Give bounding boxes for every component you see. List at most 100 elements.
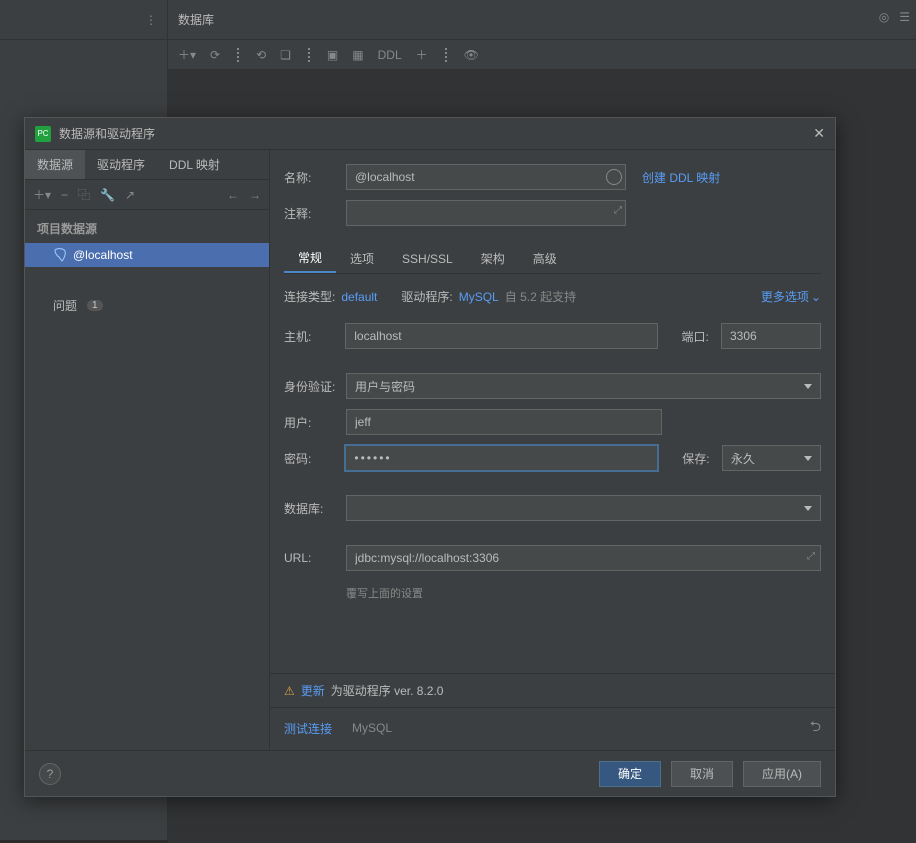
remove-icon[interactable]: −: [61, 188, 68, 202]
add-icon[interactable]: ＋▾: [178, 46, 196, 63]
apply-button[interactable]: 应用(A): [743, 761, 821, 787]
tab-ssh[interactable]: SSH/SSL: [388, 244, 467, 273]
test-driver-name: MySQL: [352, 721, 392, 735]
user-input[interactable]: [346, 409, 662, 435]
app-icon: PC: [35, 126, 51, 142]
label-save: 保存:: [682, 450, 722, 467]
tab-schema[interactable]: 架构: [467, 244, 519, 273]
row-database: 数据库:: [284, 495, 821, 521]
more-icon[interactable]: ⋮: [145, 13, 157, 27]
bg-sub-toolbar: ＋▾ ⟳ ⟲ ❏ ▣ ▦ DDL ＋ 👁: [168, 40, 916, 70]
mysql-icon: [53, 248, 67, 262]
ddl-label[interactable]: DDL: [378, 48, 402, 62]
test-connection-row: 测试连接 MySQL ⮌: [270, 707, 835, 750]
dialog-footer: ? 确定 取消 应用(A): [25, 750, 835, 796]
tab-options[interactable]: 选项: [336, 244, 388, 273]
row-comment: 注释: ⤢: [284, 200, 821, 226]
divider: [308, 48, 310, 62]
dialog-titlebar: PC 数据源和驱动程序 ✕: [25, 118, 835, 150]
driver-version-text: 为驱动程序 ver. 8.2.0: [331, 682, 444, 699]
label-host: 主机:: [284, 328, 345, 345]
driver-since: 自 5.2 起支持: [505, 288, 576, 305]
row-host: 主机: 端口:: [284, 323, 821, 349]
label-conn-type: 连接类型:: [284, 288, 335, 305]
driver-link[interactable]: MySQL: [459, 290, 499, 304]
sub-tabs: 常规 选项 SSH/SSL 架构 高级: [284, 244, 821, 274]
cancel-button[interactable]: 取消: [671, 761, 733, 787]
problems-count: 1: [87, 300, 103, 311]
row-name: 名称: 创建 DDL 映射: [284, 164, 821, 190]
save-select[interactable]: 永久: [722, 445, 821, 471]
bg-window-title: 数据库: [168, 11, 214, 28]
tab-advanced[interactable]: 高级: [519, 244, 571, 273]
bg-toolbar-right-icons: ◎ ☰: [879, 10, 910, 24]
tab-drivers[interactable]: 驱动程序: [85, 150, 157, 179]
row-password: 密码: 保存: 永久: [284, 445, 821, 471]
left-toolbar: ＋▾ − ⿻ 🔧 ↗ ← →: [25, 180, 269, 210]
dialog-title: 数据源和驱动程序: [59, 125, 155, 142]
label-port: 端口:: [681, 328, 721, 345]
datasource-dialog: PC 数据源和驱动程序 ✕ 数据源 驱动程序 DDL 映射 ＋▾ − ⿻ 🔧 ↗…: [24, 117, 836, 797]
comment-input[interactable]: [346, 200, 626, 226]
driver-update-row: ⚠ 更新 为驱动程序 ver. 8.2.0: [270, 673, 835, 707]
help-button[interactable]: ?: [39, 763, 61, 785]
console-icon[interactable]: ▣: [327, 48, 338, 62]
left-tabs: 数据源 驱动程序 DDL 映射: [25, 150, 269, 180]
sync-icon[interactable]: ⟲: [256, 48, 266, 62]
update-driver-link[interactable]: 更新: [301, 682, 325, 699]
connection-info-row: 连接类型: default 驱动程序: MySQL 自 5.2 起支持 更多选项…: [284, 288, 821, 305]
color-picker-icon[interactable]: [606, 169, 622, 185]
expand-icon[interactable]: ⤢: [614, 205, 622, 216]
row-user: 用户:: [284, 409, 821, 435]
label-database: 数据库:: [284, 500, 346, 517]
refresh-db-icon[interactable]: ⟳: [210, 48, 220, 62]
tree-item-localhost[interactable]: @localhost: [25, 243, 269, 267]
menu-icon[interactable]: ☰: [899, 10, 910, 24]
label-password: 密码:: [284, 450, 345, 467]
expand-icon[interactable]: ⤢: [807, 551, 815, 562]
tree-item-problems[interactable]: 问题 1: [25, 293, 269, 317]
label-auth: 身份验证:: [284, 378, 346, 395]
url-hint: 覆写上面的设置: [346, 585, 821, 601]
revert-icon[interactable]: ⮌: [810, 716, 821, 740]
row-url: URL: ⤢: [284, 545, 821, 571]
label-comment: 注释:: [284, 205, 346, 222]
host-input[interactable]: [345, 323, 657, 349]
database-select[interactable]: [346, 495, 821, 521]
bg-toolbar-left: ⋮: [0, 0, 168, 40]
target-icon[interactable]: ◎: [879, 10, 889, 24]
auth-select[interactable]: 用户与密码: [346, 373, 821, 399]
test-connection-link[interactable]: 测试连接: [284, 720, 332, 737]
tab-datasources[interactable]: 数据源: [25, 150, 85, 179]
left-panel: 数据源 驱动程序 DDL 映射 ＋▾ − ⿻ 🔧 ↗ ← → 项目数据源 @lo…: [25, 150, 270, 750]
port-input[interactable]: [721, 323, 821, 349]
dialog-body: 数据源 驱动程序 DDL 映射 ＋▾ − ⿻ 🔧 ↗ ← → 项目数据源 @lo…: [25, 150, 835, 750]
tab-ddl[interactable]: DDL 映射: [157, 150, 232, 179]
create-ddl-link[interactable]: 创建 DDL 映射: [642, 169, 720, 186]
divider: [445, 48, 447, 62]
forward-icon[interactable]: →: [249, 188, 261, 202]
password-input[interactable]: [345, 445, 658, 471]
wrench-icon[interactable]: 🔧: [100, 188, 115, 202]
name-input[interactable]: [346, 164, 626, 190]
conn-type-value[interactable]: default: [341, 290, 377, 304]
stack-icon[interactable]: ❏: [280, 48, 291, 62]
tree-item-label: @localhost: [73, 248, 133, 262]
url-input[interactable]: [346, 545, 821, 571]
add2-icon[interactable]: ＋: [416, 46, 428, 63]
ok-button[interactable]: 确定: [599, 761, 661, 787]
label-name: 名称:: [284, 169, 346, 186]
back-icon[interactable]: ←: [227, 188, 239, 202]
eye-icon[interactable]: 👁: [464, 48, 479, 62]
expand-external-icon[interactable]: ↗: [125, 188, 135, 202]
tab-general[interactable]: 常规: [284, 244, 336, 273]
add-icon[interactable]: ＋▾: [33, 186, 51, 203]
section-project-datasources: 项目数据源: [25, 210, 269, 243]
more-options-link[interactable]: 更多选项 ⌄: [761, 288, 821, 305]
copy-icon[interactable]: ⿻: [78, 186, 90, 203]
close-icon[interactable]: ✕: [813, 125, 825, 142]
row-auth: 身份验证: 用户与密码: [284, 373, 821, 399]
label-url: URL:: [284, 551, 346, 565]
divider: [237, 48, 239, 62]
table-icon[interactable]: ▦: [352, 48, 363, 62]
